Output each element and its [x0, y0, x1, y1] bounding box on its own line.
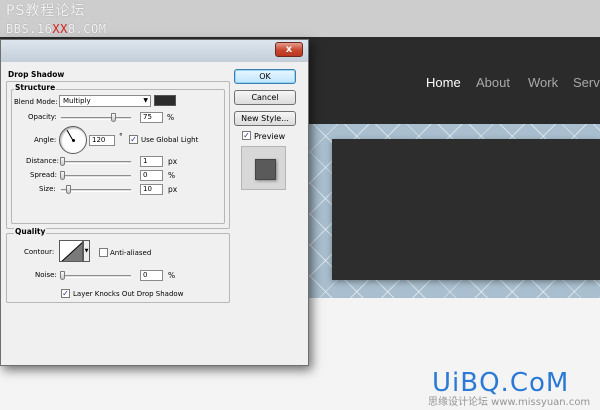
preview-checkbox[interactable]: ✓ — [242, 131, 251, 140]
ok-button[interactable]: OK — [234, 69, 296, 84]
watermark-url-suffix: 8.COM — [67, 22, 107, 36]
distance-slider[interactable] — [61, 161, 131, 164]
angle-input[interactable]: 120 — [89, 135, 115, 146]
contour-picker[interactable] — [59, 240, 83, 262]
anti-aliased-checkbox[interactable] — [99, 248, 108, 257]
distance-label: Distance: — [26, 157, 59, 165]
angle-label: Angle: — [34, 136, 57, 144]
size-input[interactable]: 10 — [140, 184, 163, 195]
distance-input[interactable]: 1 — [140, 156, 163, 167]
preview-swatch — [255, 159, 276, 180]
blend-mode-label: Blend Mode: — [14, 98, 58, 106]
chevron-down-icon: ▼ — [143, 97, 148, 104]
opacity-label: Opacity: — [28, 113, 57, 121]
noise-slider[interactable] — [61, 275, 131, 278]
nav-work: Work — [528, 75, 559, 90]
chevron-down-icon: ▼ — [84, 248, 89, 254]
global-light-label: Use Global Light — [141, 136, 199, 144]
size-unit: px — [168, 185, 178, 194]
global-light-checkbox[interactable]: ✓ — [129, 135, 138, 144]
watermark-top: PS教程论坛 BBS.16XX8.COM — [6, 4, 106, 36]
spread-slider[interactable] — [61, 175, 131, 178]
layer-style-dialog: x Drop Shadow Structure Blend Mode: Mult… — [0, 39, 309, 366]
noise-input[interactable]: 0 — [140, 270, 163, 281]
angle-dial-center — [72, 139, 75, 142]
website-feature-box — [332, 139, 600, 280]
angle-dial[interactable] — [59, 126, 87, 154]
dialog-body: Drop Shadow Structure Blend Mode: Multip… — [1, 62, 308, 365]
size-slider[interactable] — [61, 189, 131, 192]
watermark-small: 思缘设计论坛 www.missyuan.com — [428, 397, 591, 408]
contour-label: Contour: — [24, 248, 55, 256]
anti-aliased-label: Anti-aliased — [110, 249, 152, 257]
nav-home: Home — [426, 75, 461, 90]
blend-mode-value: Multiply — [63, 97, 91, 105]
close-icon: x — [285, 44, 293, 55]
noise-unit: % — [168, 271, 176, 280]
opacity-slider-thumb[interactable] — [111, 113, 116, 122]
contour-dropdown[interactable]: ▼ — [83, 240, 90, 262]
nav-services: Servi — [573, 75, 600, 90]
dialog-titlebar[interactable]: x — [1, 40, 308, 62]
shadow-color-swatch[interactable] — [154, 95, 176, 106]
contour-curve-icon — [61, 242, 82, 261]
noise-label: Noise: — [35, 271, 57, 279]
knockout-checkbox[interactable]: ✓ — [61, 289, 70, 298]
size-slider-thumb[interactable] — [66, 185, 71, 194]
noise-slider-thumb[interactable] — [60, 271, 65, 280]
opacity-slider[interactable] — [61, 117, 131, 120]
structure-title: Structure — [14, 83, 57, 92]
section-title: Drop Shadow — [8, 70, 65, 79]
distance-slider-thumb[interactable] — [60, 157, 65, 166]
nav-about: About — [476, 75, 510, 90]
size-label: Size: — [39, 185, 56, 193]
spread-slider-thumb[interactable] — [60, 171, 65, 180]
spread-input[interactable]: 0 — [140, 170, 163, 181]
spread-label: Spread: — [30, 171, 58, 179]
knockout-label: Layer Knocks Out Drop Shadow — [73, 290, 184, 298]
preview-label: Preview — [254, 132, 286, 141]
distance-unit: px — [168, 157, 178, 166]
angle-unit: ° — [119, 132, 123, 141]
new-style-button[interactable]: New Style... — [234, 111, 296, 126]
preview-thumbnail — [241, 146, 286, 190]
close-button[interactable]: x — [275, 42, 303, 57]
watermark-title: PS教程论坛 — [6, 3, 86, 19]
opacity-unit: % — [167, 113, 175, 122]
watermark-url: BBS.16XX8.COM — [6, 22, 106, 36]
quality-title: Quality — [14, 227, 47, 236]
opacity-input[interactable]: 75 — [140, 112, 163, 123]
blend-mode-select[interactable]: Multiply ▼ — [59, 95, 151, 107]
cancel-button[interactable]: Cancel — [234, 90, 296, 105]
spread-unit: % — [168, 171, 176, 180]
watermark-url-prefix: BBS.16 — [6, 22, 53, 36]
watermark-url-red: XX — [52, 22, 68, 36]
